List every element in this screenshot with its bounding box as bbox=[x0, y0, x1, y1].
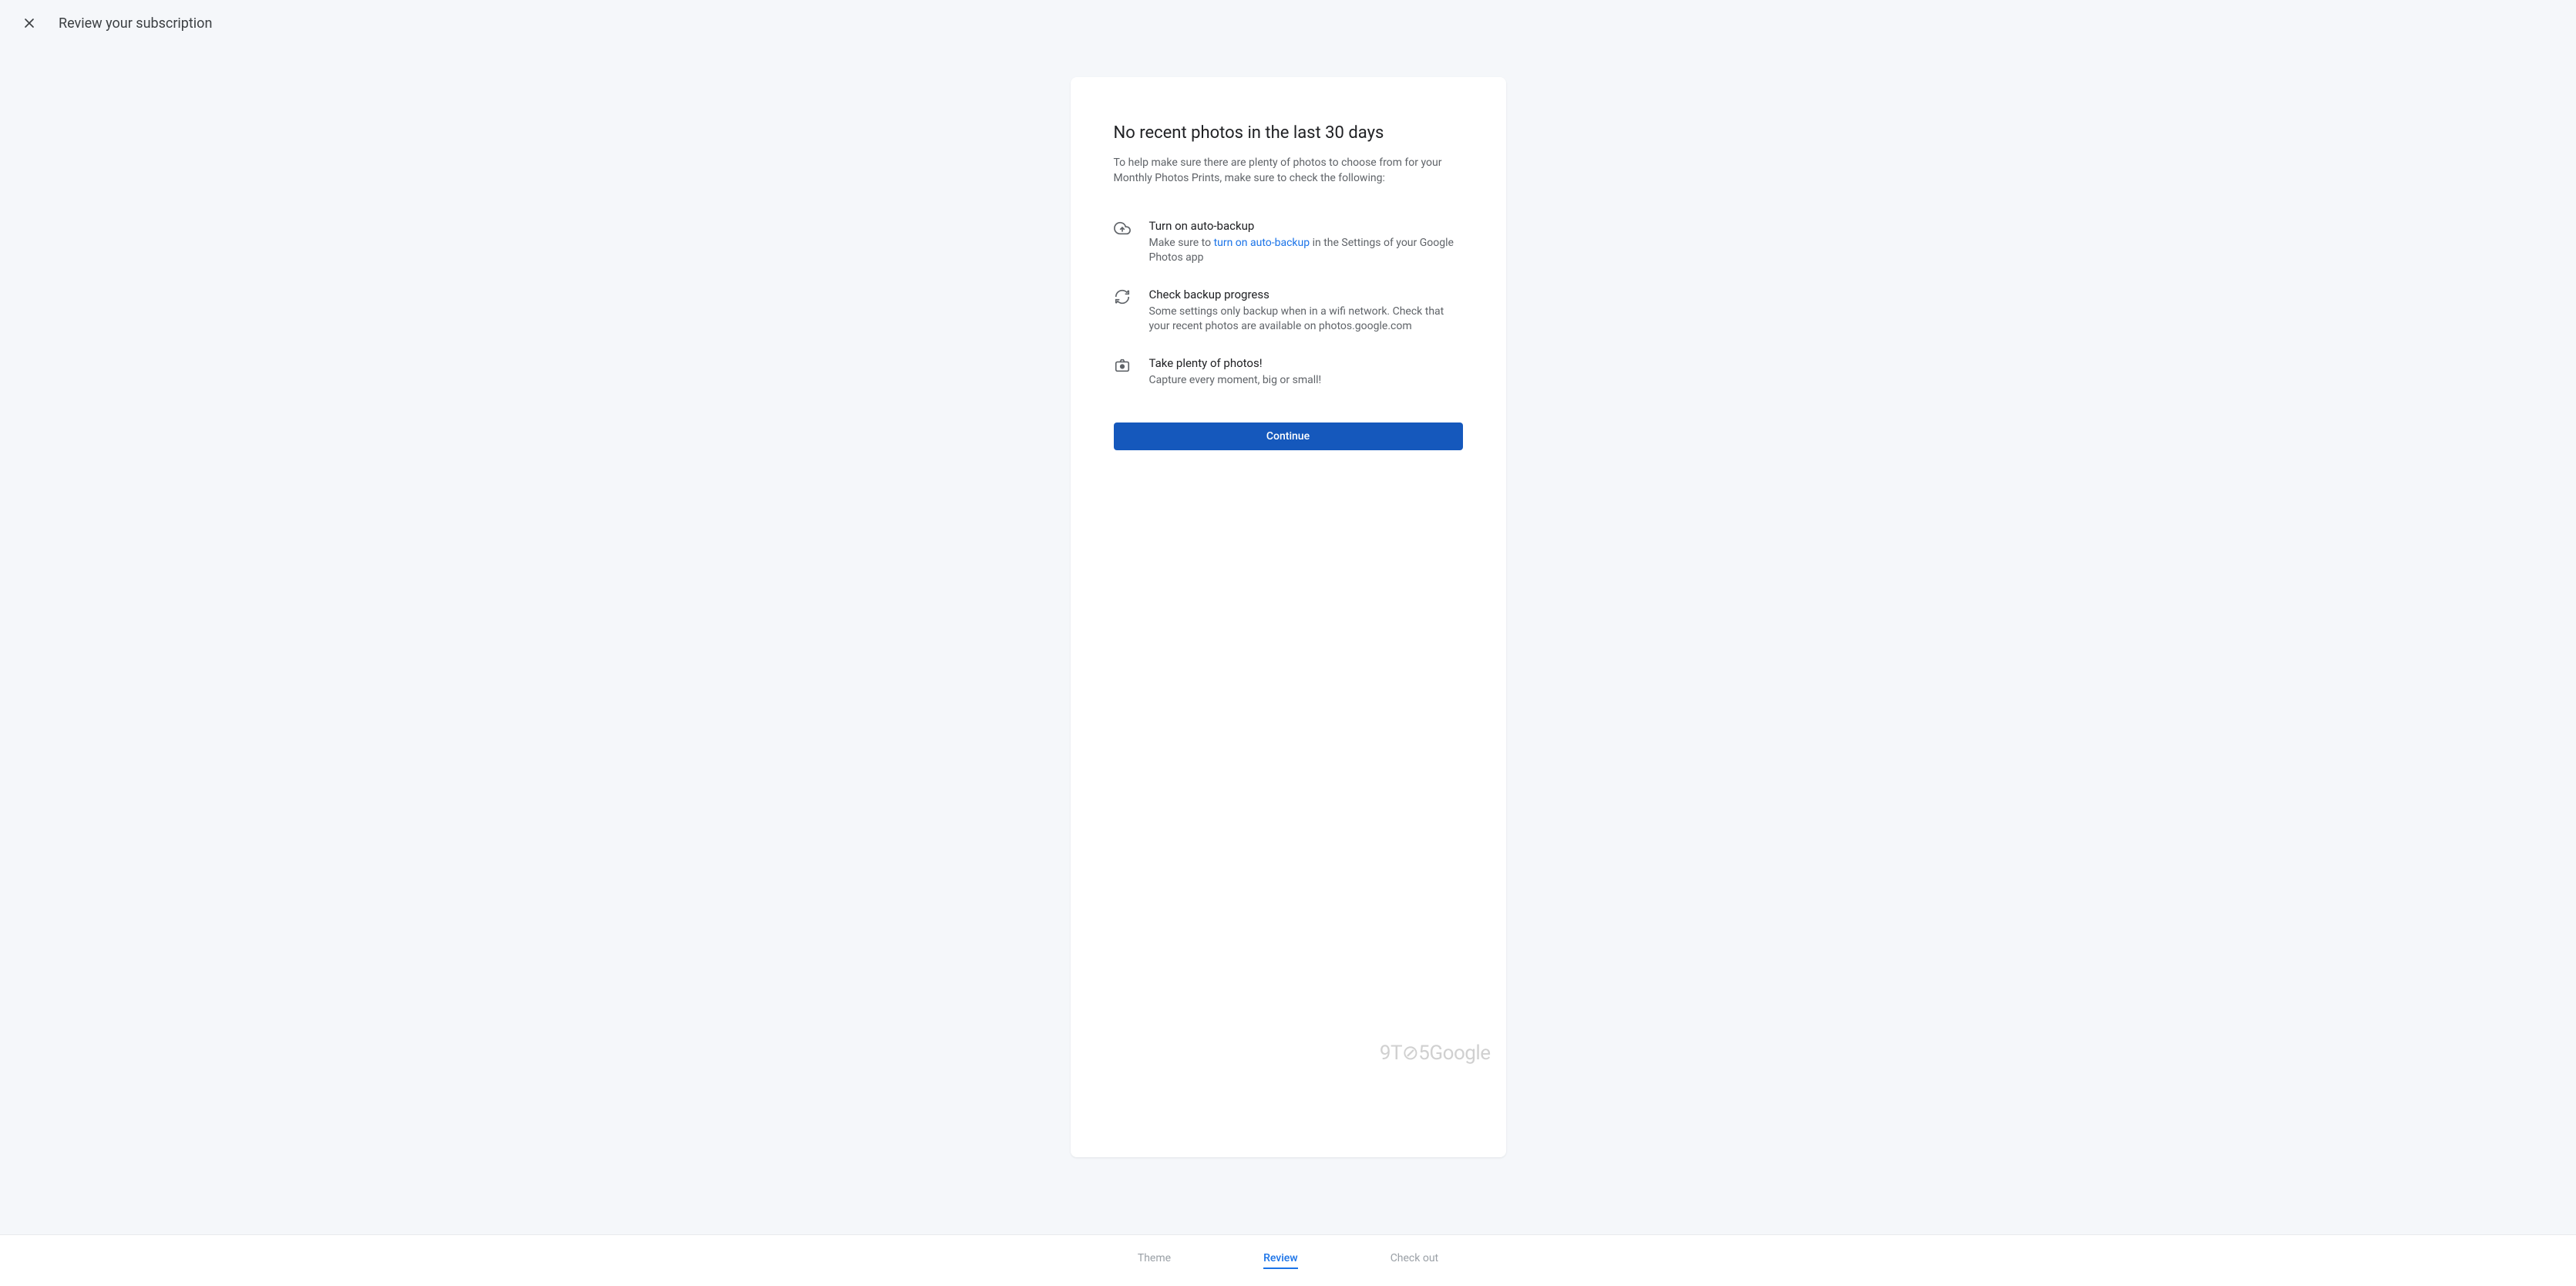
tab-checkout: Check out bbox=[1391, 1252, 1438, 1269]
footer-nav: Theme Review Check out bbox=[0, 1252, 2576, 1269]
info-text: Capture every moment, big or small! bbox=[1149, 373, 1463, 389]
card-heading: No recent photos in the last 30 days bbox=[1114, 123, 1463, 143]
close-icon bbox=[22, 15, 37, 31]
main-content: No recent photos in the last 30 days To … bbox=[0, 46, 2576, 1234]
info-title: Check backup progress bbox=[1149, 288, 1463, 301]
card: No recent photos in the last 30 days To … bbox=[1071, 77, 1506, 1157]
sync-icon bbox=[1114, 288, 1131, 305]
info-text: Make sure to turn on auto-backup in the … bbox=[1149, 236, 1463, 266]
header: Review your subscription bbox=[0, 0, 2576, 46]
tab-review[interactable]: Review bbox=[1263, 1252, 1298, 1269]
info-content: Check backup progress Some settings only… bbox=[1149, 288, 1463, 335]
page-title: Review your subscription bbox=[59, 15, 212, 32]
info-content: Take plenty of photos! Capture every mom… bbox=[1149, 356, 1463, 389]
info-title: Take plenty of photos! bbox=[1149, 356, 1463, 370]
info-title: Turn on auto-backup bbox=[1149, 219, 1463, 233]
card-description: To help make sure there are plenty of ph… bbox=[1114, 155, 1463, 187]
info-item-backup: Turn on auto-backup Make sure to turn on… bbox=[1114, 219, 1463, 266]
close-button[interactable] bbox=[18, 12, 40, 34]
cloud-backup-icon bbox=[1114, 220, 1131, 237]
watermark: 9T⊘5Google bbox=[1380, 1042, 1491, 1065]
camera-icon bbox=[1114, 357, 1131, 374]
info-item-progress: Check backup progress Some settings only… bbox=[1114, 288, 1463, 335]
info-text: Some settings only backup when in a wifi… bbox=[1149, 305, 1463, 335]
auto-backup-link[interactable]: turn on auto-backup bbox=[1214, 237, 1310, 249]
info-item-photos: Take plenty of photos! Capture every mom… bbox=[1114, 356, 1463, 389]
info-content: Turn on auto-backup Make sure to turn on… bbox=[1149, 219, 1463, 266]
tab-theme: Theme bbox=[1138, 1252, 1171, 1269]
footer: Theme Review Check out bbox=[0, 1234, 2576, 1286]
continue-button[interactable]: Continue bbox=[1114, 422, 1463, 450]
